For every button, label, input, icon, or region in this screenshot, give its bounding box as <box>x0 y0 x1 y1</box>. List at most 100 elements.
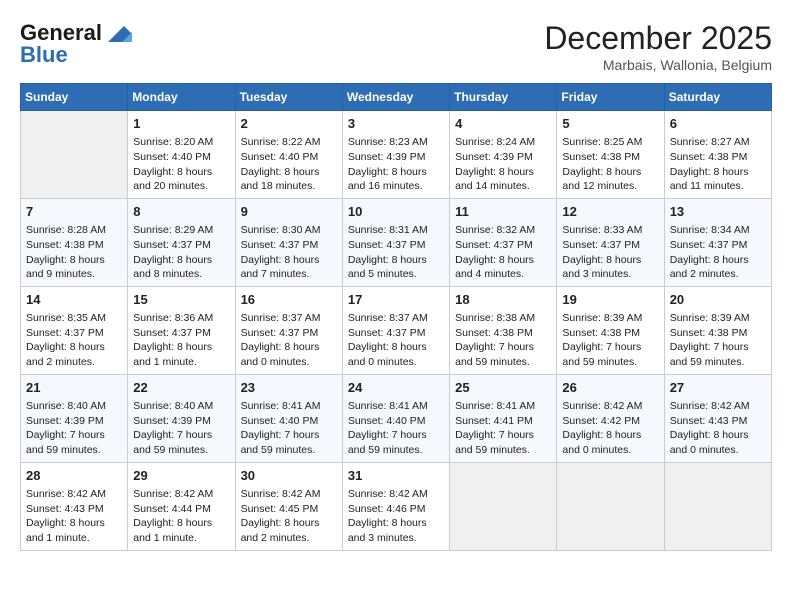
sunset-text: Sunset: 4:37 PM <box>133 326 229 341</box>
sunset-text: Sunset: 4:38 PM <box>670 150 766 165</box>
calendar-cell: 4Sunrise: 8:24 AMSunset: 4:39 PMDaylight… <box>450 111 557 199</box>
daylight-text: Daylight: 8 hours and 9 minutes. <box>26 253 122 282</box>
day-number: 18 <box>455 291 551 309</box>
sunset-text: Sunset: 4:37 PM <box>241 238 337 253</box>
daylight-text: Daylight: 8 hours and 2 minutes. <box>241 516 337 545</box>
header-sunday: Sunday <box>21 84 128 111</box>
daylight-text: Daylight: 8 hours and 0 minutes. <box>562 428 658 457</box>
daylight-text: Daylight: 7 hours and 59 minutes. <box>26 428 122 457</box>
calendar-cell: 24Sunrise: 8:41 AMSunset: 4:40 PMDayligh… <box>342 374 449 462</box>
calendar-cell: 13Sunrise: 8:34 AMSunset: 4:37 PMDayligh… <box>664 198 771 286</box>
daylight-text: Daylight: 8 hours and 1 minute. <box>133 516 229 545</box>
sunrise-text: Sunrise: 8:24 AM <box>455 135 551 150</box>
day-number: 23 <box>241 379 337 397</box>
sunset-text: Sunset: 4:43 PM <box>26 502 122 517</box>
day-number: 17 <box>348 291 444 309</box>
sunset-text: Sunset: 4:44 PM <box>133 502 229 517</box>
calendar-cell: 19Sunrise: 8:39 AMSunset: 4:38 PMDayligh… <box>557 286 664 374</box>
day-number: 10 <box>348 203 444 221</box>
calendar-cell: 15Sunrise: 8:36 AMSunset: 4:37 PMDayligh… <box>128 286 235 374</box>
sunrise-text: Sunrise: 8:41 AM <box>241 399 337 414</box>
sunrise-text: Sunrise: 8:22 AM <box>241 135 337 150</box>
day-number: 22 <box>133 379 229 397</box>
calendar-header-row: SundayMondayTuesdayWednesdayThursdayFrid… <box>21 84 772 111</box>
day-number: 7 <box>26 203 122 221</box>
sunrise-text: Sunrise: 8:42 AM <box>348 487 444 502</box>
sunrise-text: Sunrise: 8:36 AM <box>133 311 229 326</box>
sunset-text: Sunset: 4:39 PM <box>133 414 229 429</box>
daylight-text: Daylight: 8 hours and 2 minutes. <box>670 253 766 282</box>
sunrise-text: Sunrise: 8:33 AM <box>562 223 658 238</box>
sunset-text: Sunset: 4:37 PM <box>455 238 551 253</box>
title-block: December 2025 Marbais, Wallonia, Belgium <box>544 20 772 73</box>
calendar-cell: 20Sunrise: 8:39 AMSunset: 4:38 PMDayligh… <box>664 286 771 374</box>
calendar-cell: 14Sunrise: 8:35 AMSunset: 4:37 PMDayligh… <box>21 286 128 374</box>
sunset-text: Sunset: 4:38 PM <box>26 238 122 253</box>
page-header: General Blue December 2025 Marbais, Wall… <box>20 20 772 73</box>
calendar-cell: 9Sunrise: 8:30 AMSunset: 4:37 PMDaylight… <box>235 198 342 286</box>
calendar-week-5: 28Sunrise: 8:42 AMSunset: 4:43 PMDayligh… <box>21 462 772 550</box>
sunrise-text: Sunrise: 8:41 AM <box>348 399 444 414</box>
daylight-text: Daylight: 8 hours and 12 minutes. <box>562 165 658 194</box>
day-number: 27 <box>670 379 766 397</box>
day-number: 20 <box>670 291 766 309</box>
sunrise-text: Sunrise: 8:40 AM <box>26 399 122 414</box>
daylight-text: Daylight: 8 hours and 14 minutes. <box>455 165 551 194</box>
month-title: December 2025 <box>544 20 772 57</box>
header-tuesday: Tuesday <box>235 84 342 111</box>
sunrise-text: Sunrise: 8:28 AM <box>26 223 122 238</box>
daylight-text: Daylight: 8 hours and 16 minutes. <box>348 165 444 194</box>
calendar-cell: 3Sunrise: 8:23 AMSunset: 4:39 PMDaylight… <box>342 111 449 199</box>
sunset-text: Sunset: 4:43 PM <box>670 414 766 429</box>
calendar-week-4: 21Sunrise: 8:40 AMSunset: 4:39 PMDayligh… <box>21 374 772 462</box>
calendar-cell <box>450 462 557 550</box>
daylight-text: Daylight: 8 hours and 0 minutes. <box>670 428 766 457</box>
sunset-text: Sunset: 4:37 PM <box>133 238 229 253</box>
header-wednesday: Wednesday <box>342 84 449 111</box>
logo-icon <box>104 22 134 46</box>
sunset-text: Sunset: 4:39 PM <box>455 150 551 165</box>
daylight-text: Daylight: 7 hours and 59 minutes. <box>455 340 551 369</box>
calendar-cell: 21Sunrise: 8:40 AMSunset: 4:39 PMDayligh… <box>21 374 128 462</box>
calendar-table: SundayMondayTuesdayWednesdayThursdayFrid… <box>20 83 772 551</box>
day-number: 6 <box>670 115 766 133</box>
day-number: 12 <box>562 203 658 221</box>
calendar-cell: 30Sunrise: 8:42 AMSunset: 4:45 PMDayligh… <box>235 462 342 550</box>
daylight-text: Daylight: 8 hours and 18 minutes. <box>241 165 337 194</box>
sunrise-text: Sunrise: 8:25 AM <box>562 135 658 150</box>
sunrise-text: Sunrise: 8:37 AM <box>241 311 337 326</box>
calendar-cell: 10Sunrise: 8:31 AMSunset: 4:37 PMDayligh… <box>342 198 449 286</box>
sunrise-text: Sunrise: 8:32 AM <box>455 223 551 238</box>
day-number: 26 <box>562 379 658 397</box>
calendar-cell: 1Sunrise: 8:20 AMSunset: 4:40 PMDaylight… <box>128 111 235 199</box>
sunset-text: Sunset: 4:46 PM <box>348 502 444 517</box>
header-friday: Friday <box>557 84 664 111</box>
daylight-text: Daylight: 7 hours and 59 minutes. <box>562 340 658 369</box>
daylight-text: Daylight: 8 hours and 4 minutes. <box>455 253 551 282</box>
sunrise-text: Sunrise: 8:37 AM <box>348 311 444 326</box>
sunrise-text: Sunrise: 8:42 AM <box>562 399 658 414</box>
sunset-text: Sunset: 4:37 PM <box>562 238 658 253</box>
day-number: 14 <box>26 291 122 309</box>
sunrise-text: Sunrise: 8:20 AM <box>133 135 229 150</box>
day-number: 24 <box>348 379 444 397</box>
day-number: 2 <box>241 115 337 133</box>
calendar-cell: 16Sunrise: 8:37 AMSunset: 4:37 PMDayligh… <box>235 286 342 374</box>
day-number: 29 <box>133 467 229 485</box>
sunset-text: Sunset: 4:45 PM <box>241 502 337 517</box>
daylight-text: Daylight: 8 hours and 2 minutes. <box>26 340 122 369</box>
day-number: 25 <box>455 379 551 397</box>
calendar-cell: 25Sunrise: 8:41 AMSunset: 4:41 PMDayligh… <box>450 374 557 462</box>
calendar-cell <box>664 462 771 550</box>
sunset-text: Sunset: 4:38 PM <box>455 326 551 341</box>
sunset-text: Sunset: 4:37 PM <box>670 238 766 253</box>
sunrise-text: Sunrise: 8:38 AM <box>455 311 551 326</box>
sunrise-text: Sunrise: 8:35 AM <box>26 311 122 326</box>
day-number: 11 <box>455 203 551 221</box>
sunrise-text: Sunrise: 8:31 AM <box>348 223 444 238</box>
sunrise-text: Sunrise: 8:34 AM <box>670 223 766 238</box>
calendar-cell: 17Sunrise: 8:37 AMSunset: 4:37 PMDayligh… <box>342 286 449 374</box>
calendar-cell: 6Sunrise: 8:27 AMSunset: 4:38 PMDaylight… <box>664 111 771 199</box>
calendar-body: 1Sunrise: 8:20 AMSunset: 4:40 PMDaylight… <box>21 111 772 551</box>
location: Marbais, Wallonia, Belgium <box>544 57 772 73</box>
